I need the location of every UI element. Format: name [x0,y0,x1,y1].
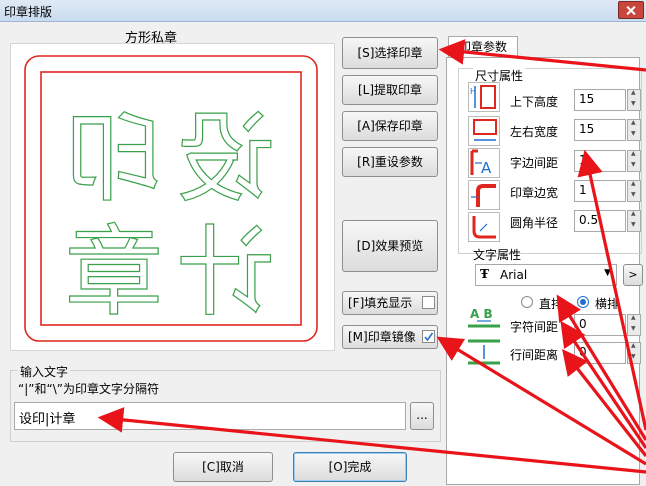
annotation-arrow-text-input [97,407,646,474]
annotation-arrows [97,39,646,474]
annotation-arrow-char-spacing [560,320,646,449]
annotation-arrow-select [438,39,646,72]
